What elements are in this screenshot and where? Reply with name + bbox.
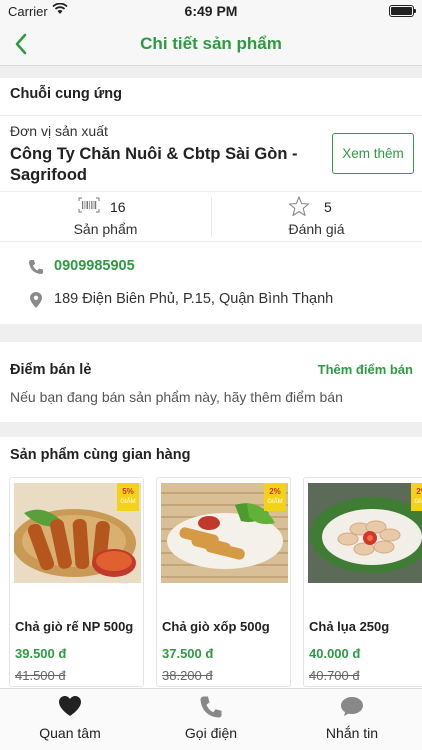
phone-icon [200, 696, 222, 718]
product-image [308, 483, 422, 583]
retail-header: Điểm bán lẻ [10, 362, 92, 378]
tab-message[interactable]: Nhắn tin [282, 689, 422, 750]
discount-badge: 2% GIẢM [411, 483, 422, 511]
same-store-header: Sản phẩm cùng gian hàng [10, 447, 191, 463]
tab-call[interactable]: Gọi điện [141, 689, 281, 750]
supply-chain-header: Chuỗi cung ứng [10, 86, 122, 102]
bottom-tab-bar: Quan tâm Gọi điện Nhắn tin [0, 688, 422, 750]
discount-label: GIẢM [414, 499, 422, 505]
battery-icon [389, 5, 416, 17]
stats-row: 16 Sản phẩm 5 Đánh giá [0, 191, 422, 242]
product-price: 37.500 đ [162, 646, 214, 661]
producer-label: Đơn vị sản xuất [10, 123, 108, 139]
product-price: 40.000 đ [309, 646, 361, 661]
tab-favorite[interactable]: Quan tâm [0, 689, 140, 750]
retail-section [0, 342, 422, 422]
add-retail-point-link[interactable]: Thêm điểm bán [318, 362, 413, 377]
rating-label: Đánh giá [288, 221, 345, 237]
location-pin-icon [30, 292, 42, 308]
nav-bar: Chi tiết sản phẩm [0, 22, 422, 66]
section-divider [0, 115, 422, 116]
discount-percent: 2% [416, 487, 422, 496]
product-old-price: 40.700 đ [309, 668, 360, 683]
product-card[interactable]: 2% GIẢM Chả lụa 250g 40.000 đ 40.700 đ [303, 477, 422, 687]
address-text: 189 Điện Biên Phủ, P.15, Quận Bình Thạnh [54, 291, 334, 307]
page-title: Chi tiết sản phẩm [140, 34, 282, 53]
rating-count: 5 [324, 199, 332, 215]
product-price: 39.500 đ [15, 646, 67, 661]
star-icon [288, 196, 310, 216]
retail-hint: Nếu bạn đang bán sản phẩm này, hãy thêm … [10, 389, 343, 405]
product-name: Chả giò xốp 500g [162, 619, 270, 634]
phone-number[interactable]: 0909985905 [54, 258, 135, 274]
discount-percent: 5% [122, 487, 134, 496]
product-name: Chả giò rế NP 500g [15, 619, 134, 634]
phone-icon [29, 260, 43, 274]
product-name: Chả lụa 250g [309, 619, 390, 634]
see-more-button[interactable]: Xem thêm [332, 133, 414, 174]
heart-icon [59, 696, 81, 716]
tab-label: Nhắn tin [325, 725, 379, 741]
discount-label: GIẢM [267, 499, 283, 505]
barcode-icon [78, 197, 100, 213]
discount-badge: 5% GIẢM [117, 483, 139, 511]
product-card[interactable]: 5% GIẢM Chả giò rế NP 500g 39.500 đ 41.5… [9, 477, 144, 687]
clock: 6:49 PM [184, 3, 238, 19]
product-count: 16 [110, 199, 126, 215]
status-bar: Carrier 6:49 PM [0, 0, 422, 22]
product-count-label: Sản phẩm [73, 221, 138, 237]
tab-label: Quan tâm [39, 725, 101, 741]
discount-label: GIẢM [120, 499, 136, 505]
product-old-price: 38.200 đ [162, 668, 213, 683]
product-old-price: 41.500 đ [15, 668, 66, 683]
product-card[interactable]: 2% GIẢM Chả giò xốp 500g 37.500 đ 38.200… [156, 477, 291, 687]
discount-percent: 2% [269, 487, 281, 496]
rating-stat[interactable]: 5 Đánh giá [211, 192, 422, 242]
tab-label: Gọi điện [184, 725, 238, 741]
producer-name: Công Ty Chăn Nuôi & Cbtp Sài Gòn - Sagri… [10, 145, 298, 184]
product-count-stat[interactable]: 16 Sản phẩm [0, 192, 211, 242]
chat-bubble-icon [341, 697, 363, 716]
discount-badge: 2% GIẢM [264, 483, 286, 511]
